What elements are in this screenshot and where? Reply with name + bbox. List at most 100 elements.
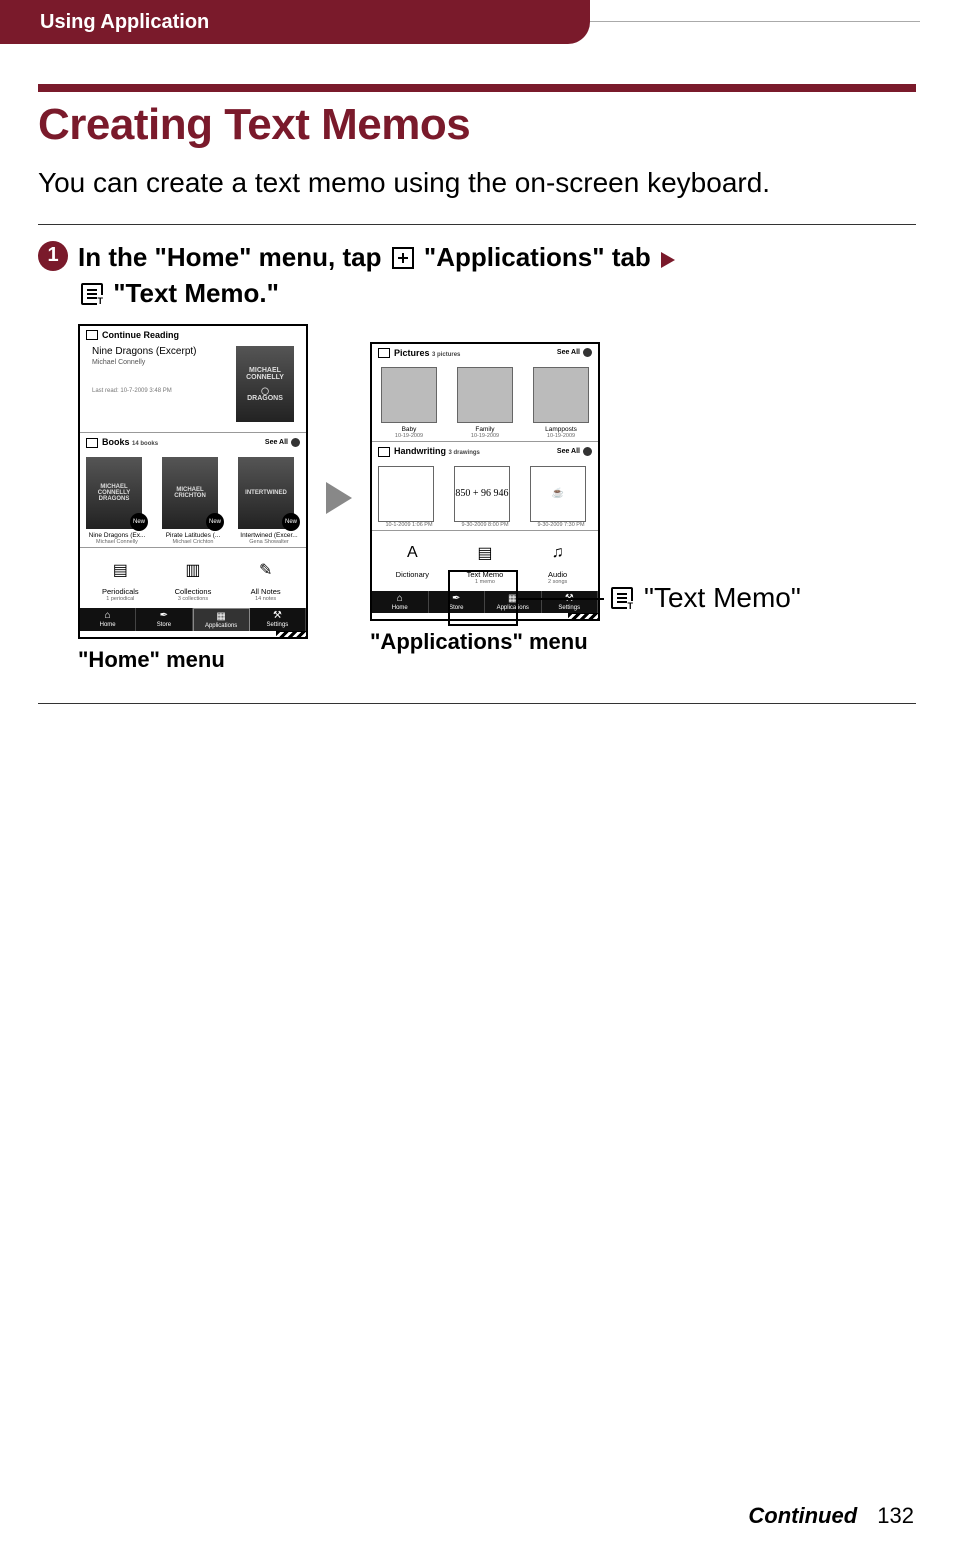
apps-caption: "Applications" menu xyxy=(370,629,600,655)
resize-grip-icon xyxy=(568,613,598,619)
divider-bottom xyxy=(38,703,916,704)
breadcrumb: Using Application xyxy=(40,11,209,34)
app-periodicals-label: Periodicals xyxy=(88,587,152,596)
store-icon: ✒ xyxy=(452,594,460,604)
page-number: 132 xyxy=(877,1503,914,1528)
tab-store-label: Store xyxy=(449,605,463,611)
callout-leader-line xyxy=(518,598,604,600)
tab-store: ✒Store xyxy=(136,608,192,631)
cr-title: Nine Dragons (Excerpt) xyxy=(92,346,230,357)
apps-screen-column: Pictures 3 pictures See All Baby 10-19-2… xyxy=(370,342,600,655)
cr-lastread: Last read: 10-7-2009 3:48 PM xyxy=(92,388,230,394)
app-all-notes: ✎ All Notes 14 notes xyxy=(234,556,298,602)
app-audio: ♫ Audio 2 songs xyxy=(526,539,590,585)
title-rule xyxy=(38,84,916,92)
apps-apps-row: A Dictionary ▤ Text Memo 1 memo ♫ Audio … xyxy=(372,531,598,591)
pic-title-0: Baby xyxy=(378,426,440,433)
screenshots-row: Continue Reading Nine Dragons (Excerpt) … xyxy=(78,324,916,673)
hw-header: Handwriting xyxy=(394,446,446,456)
continue-reading-section: Continue Reading Nine Dragons (Excerpt) … xyxy=(80,326,306,434)
book-author-0: Michael Connelly xyxy=(86,539,148,545)
step-text-part1: In the "Home" menu, tap xyxy=(78,242,389,272)
section-header: Using Application xyxy=(0,0,590,44)
circle-arrow-icon xyxy=(583,447,592,456)
tab-applications: ▦Applications xyxy=(485,591,542,613)
books-header: Books xyxy=(102,437,130,447)
book-author-2: Gena Showalter xyxy=(238,539,300,545)
pic-thumb-1: Family 10-19-2009 xyxy=(454,367,516,439)
pic-2 xyxy=(533,367,589,423)
new-badge-icon: New xyxy=(206,513,224,531)
pic-title-2: Lampposts xyxy=(530,426,592,433)
tab-home-label: Home xyxy=(392,605,408,611)
intro-text: You can create a text memo using the on-… xyxy=(38,164,916,202)
home-icon: ⌂ xyxy=(397,594,403,604)
text-memo-icon xyxy=(611,587,633,609)
divider xyxy=(38,224,916,225)
tab-apps-label: Applications xyxy=(497,605,529,611)
audio-icon: ♫ xyxy=(541,539,575,567)
then-arrow-icon xyxy=(661,252,675,268)
pic-0 xyxy=(381,367,437,423)
step-apps-label: "Applications" tab xyxy=(424,242,658,272)
cr-cover: MICHAEL CONNELLY ◯ DRAGONS xyxy=(236,346,294,422)
hw-date-2: 9-30-2009 7:30 PM xyxy=(530,522,592,528)
pictures-header: Pictures xyxy=(394,348,430,358)
app-allnotes-label: All Notes xyxy=(234,587,298,596)
app-text-memo: ▤ Text Memo 1 memo xyxy=(453,539,517,585)
tab-home: ⌂Home xyxy=(372,591,429,613)
hw-seeall: See All xyxy=(557,448,580,455)
callout-text: "Text Memo" xyxy=(644,582,801,614)
periodicals-icon: ▤ xyxy=(103,556,137,584)
hw-thumb-0: 10-1-2009 1:06 PM xyxy=(378,466,440,528)
pencil-icon xyxy=(378,447,390,457)
home-apps-row: ▤ Periodicals 1 periodical ▥ Collections… xyxy=(80,548,306,608)
big-arrow-icon xyxy=(326,482,352,514)
tab-apps-label: Applications xyxy=(205,623,237,629)
toolbox-icon: ⚒ xyxy=(273,611,282,621)
step-instruction: In the "Home" menu, tap "Applications" t… xyxy=(78,239,678,312)
home-screen-device: Continue Reading Nine Dragons (Excerpt) … xyxy=(78,324,308,639)
home-icon: ⌂ xyxy=(105,611,111,621)
tab-store: ✒Store xyxy=(429,591,486,613)
home-bottom-tabs: ⌂Home ✒Store ▦Applications ⚒Settings xyxy=(80,608,306,631)
applications-grid-icon xyxy=(392,247,414,269)
continued-label: Continued xyxy=(748,1503,857,1528)
dictionary-icon: A xyxy=(395,539,429,567)
tab-settings: ⚒Settings xyxy=(542,591,599,613)
bookshelf-icon xyxy=(86,438,98,448)
grid-icon: ▦ xyxy=(508,594,517,604)
picture-icon xyxy=(378,348,390,358)
text-memo-icon xyxy=(81,283,103,305)
tab-home-label: Home xyxy=(100,622,116,628)
pic-date-0: 10-19-2009 xyxy=(378,433,440,439)
cr-cover-line1: MICHAEL CONNELLY xyxy=(238,367,292,381)
pic-1 xyxy=(457,367,513,423)
hw-2: ☕ xyxy=(530,466,586,522)
books-sub: 14 books xyxy=(132,441,158,447)
step-text-part2: "Text Memo." xyxy=(113,278,279,308)
hw-thumb-1: 850 + 96 946 9-30-2009 8:00 PM xyxy=(454,466,516,528)
tab-settings-label: Settings xyxy=(558,605,580,611)
step-number-badge: 1 xyxy=(38,241,68,271)
text-memo-app-icon: ▤ xyxy=(468,539,502,567)
pictures-seeall: See All xyxy=(557,349,580,356)
app-collections-label: Collections xyxy=(161,587,225,596)
apps-bottom-tabs: ⌂Home ✒Store ▦Applications ⚒Settings xyxy=(372,591,598,613)
hw-date-0: 10-1-2009 1:06 PM xyxy=(378,522,440,528)
pic-title-1: Family xyxy=(454,426,516,433)
resize-grip-icon xyxy=(276,631,306,637)
all-notes-icon: ✎ xyxy=(249,556,283,584)
cr-cover-line2: DRAGONS xyxy=(247,395,283,402)
collections-icon: ▥ xyxy=(176,556,210,584)
app-dictionary: A Dictionary xyxy=(380,539,444,585)
book-open-icon xyxy=(86,330,98,340)
pic-thumb-0: Baby 10-19-2009 xyxy=(378,367,440,439)
home-caption: "Home" menu xyxy=(78,647,308,673)
tab-home: ⌂Home xyxy=(80,608,136,631)
handwriting-section: Handwriting 3 drawings See All 10-1-2009… xyxy=(372,442,598,531)
app-periodicals-sub: 1 periodical xyxy=(88,596,152,602)
hw-1: 850 + 96 946 xyxy=(454,466,510,522)
book-title-2: Intertwined (Excer... xyxy=(238,532,300,539)
app-dictionary-label: Dictionary xyxy=(380,570,444,579)
